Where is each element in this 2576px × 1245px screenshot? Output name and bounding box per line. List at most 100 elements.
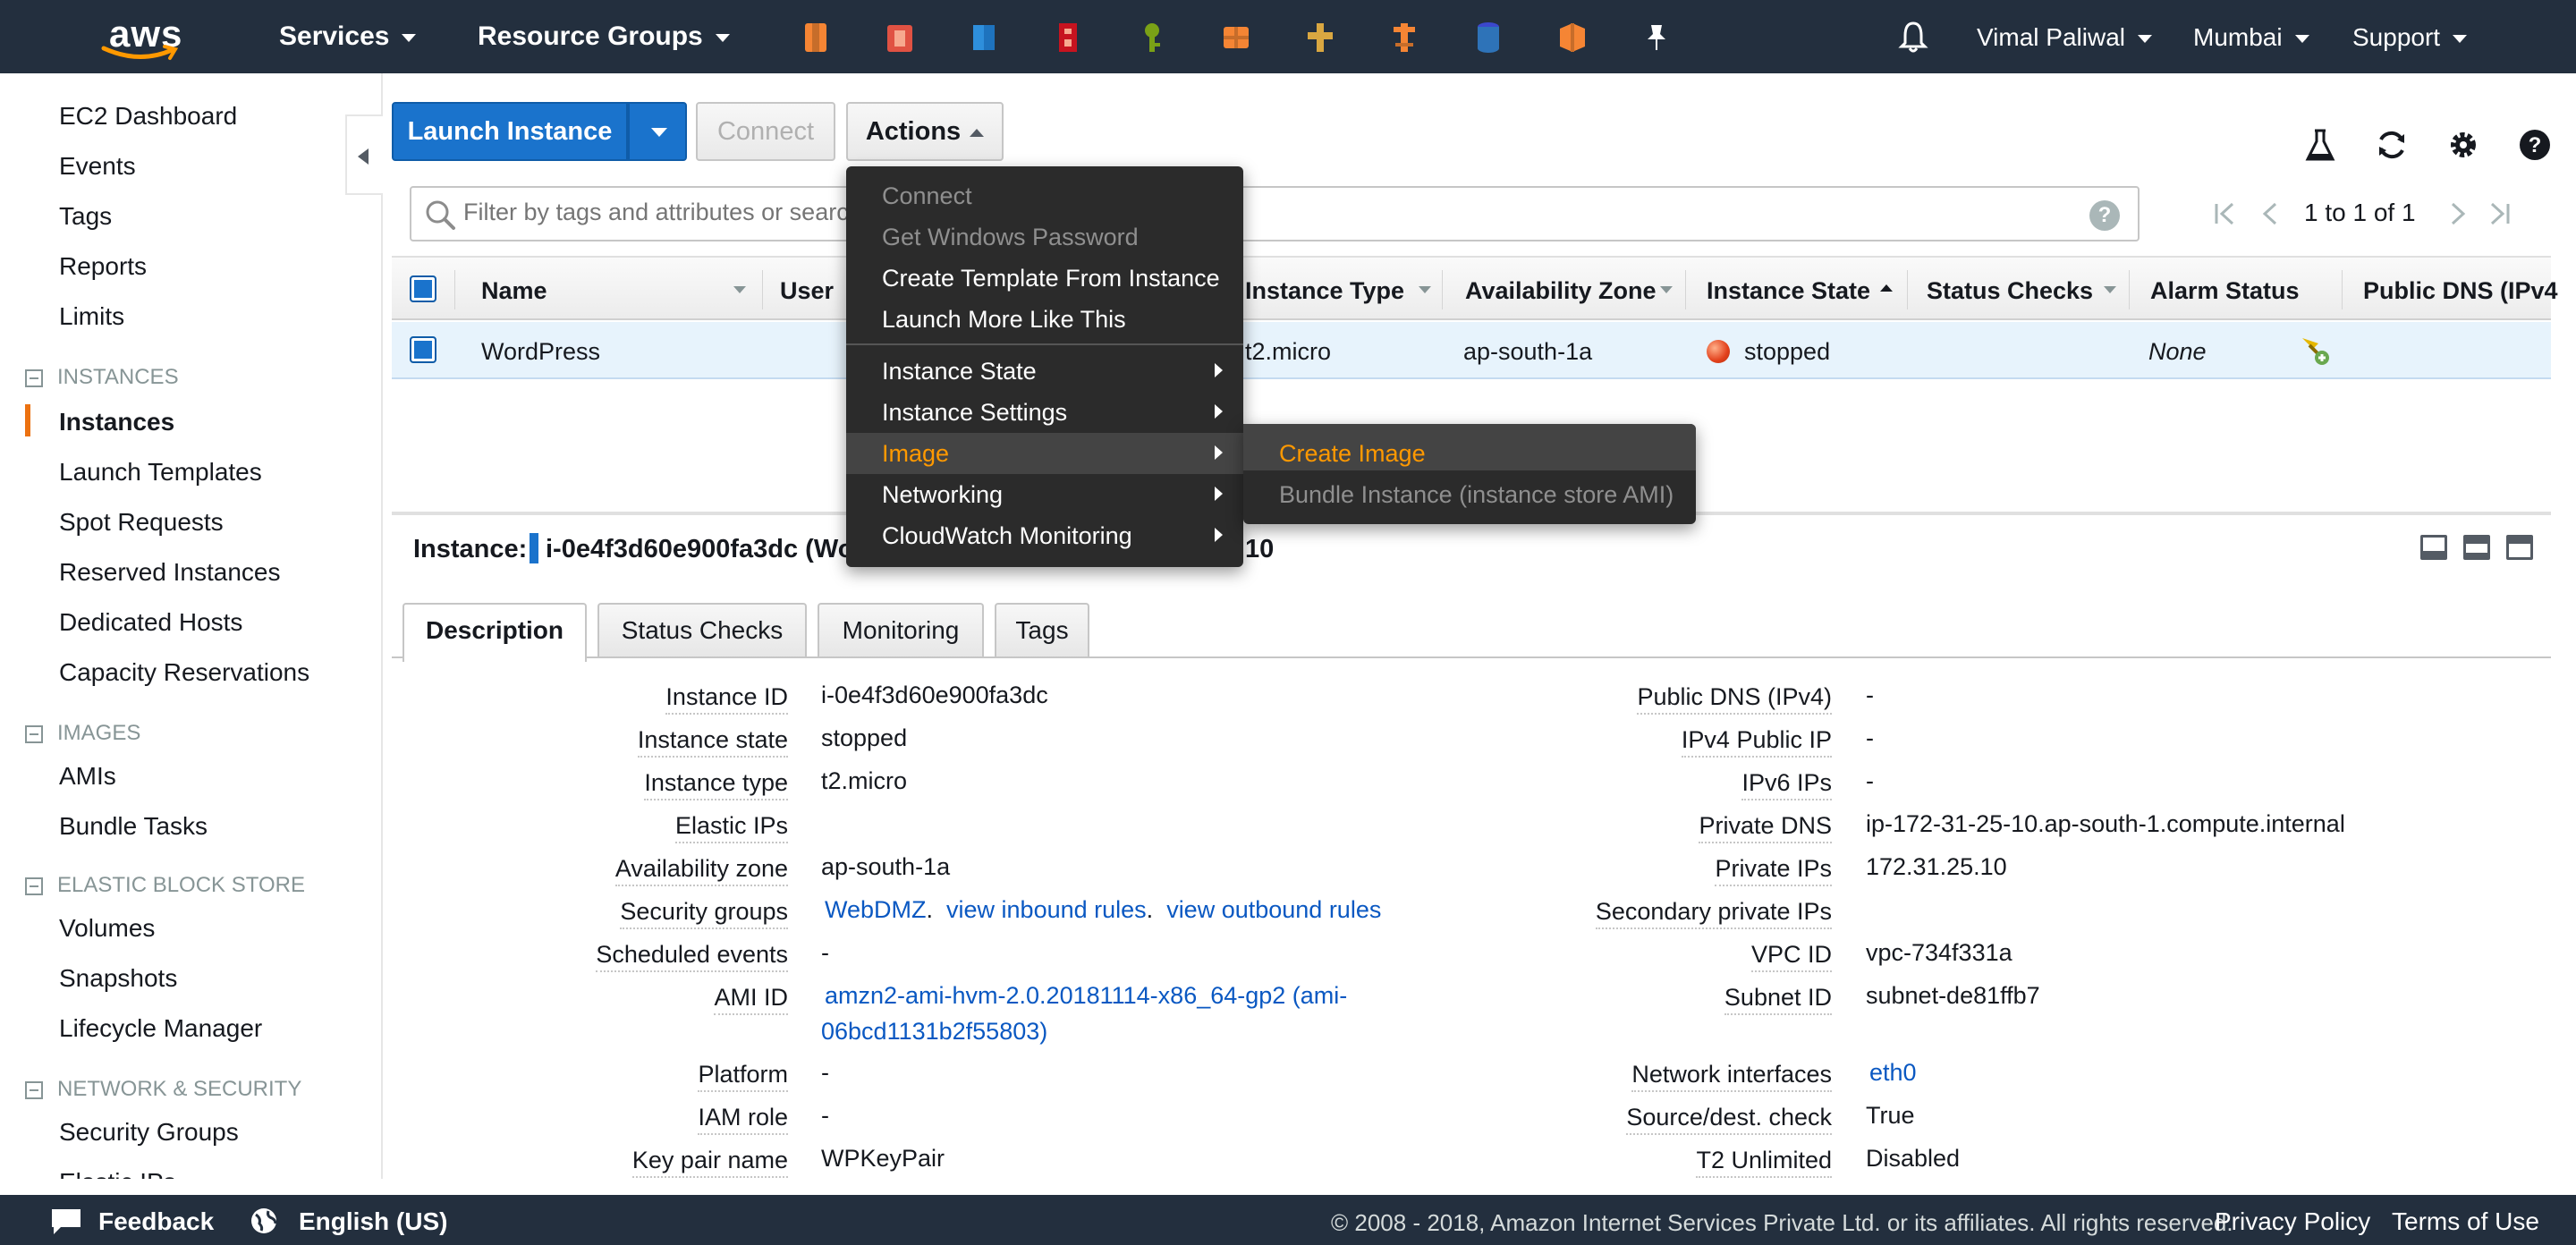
feedback-link[interactable]: Feedback [98, 1207, 214, 1236]
select-all-checkbox[interactable] [410, 275, 436, 302]
language-selector[interactable]: English (US) [299, 1207, 447, 1236]
sidebar-item-ec2-dashboard[interactable]: EC2 Dashboard [59, 102, 237, 131]
menu-item-image[interactable]: Image [882, 440, 949, 468]
create-alarm-icon[interactable] [2297, 333, 2331, 367]
sort-icon[interactable] [2104, 286, 2116, 293]
pin-icon[interactable] [1640, 20, 1673, 55]
elastic-beanstalk-icon[interactable] [1556, 20, 1589, 55]
sidebar-item-capacity-reservations[interactable]: Capacity Reservations [59, 658, 309, 687]
gear-icon[interactable] [2445, 127, 2481, 163]
connect-button[interactable]: Connect [696, 102, 835, 161]
tab-description[interactable]: Description [402, 603, 587, 662]
lambda-icon[interactable] [1388, 20, 1420, 55]
menu-item-get-windows-password[interactable]: Get Windows Password [882, 224, 1139, 251]
column-header-name[interactable]: Name [481, 277, 547, 305]
menu-item-instance-state[interactable]: Instance State [882, 358, 1037, 385]
column-header-availability-zone[interactable]: Availability Zone [1465, 277, 1657, 305]
launch-instance-button[interactable]: Launch Instance [392, 102, 628, 161]
next-page-icon[interactable] [2447, 200, 2469, 227]
sidebar-section-ebs[interactable]: ELASTIC BLOCK STORE [25, 873, 305, 898]
sort-icon[interactable] [1660, 286, 1673, 293]
help-icon[interactable]: ? [2517, 127, 2553, 163]
sidebar-collapse-toggle[interactable] [345, 114, 383, 195]
menu-item-launch-more-like-this[interactable]: Launch More Like This [882, 306, 1126, 334]
layout-split-icon[interactable] [2463, 535, 2490, 560]
column-header-user[interactable]: User [780, 277, 834, 305]
sidebar-item-spot-requests[interactable]: Spot Requests [59, 508, 224, 537]
sort-ascending-icon[interactable] [1880, 284, 1893, 292]
actions-button[interactable]: Actions [846, 102, 1004, 161]
sidebar-item-instances[interactable]: Instances [59, 408, 174, 436]
filter-input[interactable] [463, 199, 2073, 226]
sidebar-item-volumes[interactable]: Volumes [59, 914, 155, 943]
layout-top-icon[interactable] [2506, 535, 2533, 560]
resource-groups-menu[interactable]: Resource Groups [478, 21, 730, 52]
submenu-item-bundle-instance[interactable]: Bundle Instance (instance store AMI) [1279, 481, 1674, 509]
submenu-item-create-image[interactable]: Create Image [1279, 440, 1426, 468]
sidebar-item-bundle-tasks[interactable]: Bundle Tasks [59, 812, 208, 841]
bell-icon[interactable] [1898, 20, 1928, 54]
flask-icon[interactable] [2302, 127, 2338, 163]
aws-logo[interactable]: aws [100, 11, 199, 64]
api-gateway-icon[interactable] [1220, 20, 1252, 55]
sidebar-section-images[interactable]: IMAGES [25, 721, 140, 746]
sidebar-item-tags[interactable]: Tags [59, 202, 112, 231]
table-row[interactable]: WordPress t2.micro ap-south-1a stopped N… [392, 322, 2551, 379]
sidebar-item-reserved-instances[interactable]: Reserved Instances [59, 558, 280, 587]
sidebar-item-security-groups[interactable]: Security Groups [59, 1118, 239, 1147]
sidebar-item-reports[interactable]: Reports [59, 252, 147, 281]
sort-icon[interactable] [733, 286, 746, 293]
menu-item-create-template[interactable]: Create Template From Instance [882, 265, 1220, 292]
menu-item-cloudwatch-monitoring[interactable]: CloudWatch Monitoring [882, 522, 1132, 550]
prev-page-icon[interactable] [2259, 200, 2281, 227]
privacy-policy-link[interactable]: Privacy Policy [2215, 1207, 2370, 1236]
tab-status-checks[interactable]: Status Checks [597, 603, 807, 658]
menu-item-networking[interactable]: Networking [882, 481, 1003, 509]
cloudformation-icon[interactable] [884, 20, 916, 55]
rds-icon[interactable] [1472, 20, 1504, 55]
menu-item-connect[interactable]: Connect [882, 182, 972, 210]
first-page-icon[interactable] [2213, 200, 2238, 227]
iam-icon[interactable] [1052, 20, 1084, 55]
sidebar-item-elastic-ips[interactable]: Elastic IPs [59, 1168, 176, 1179]
row-checkbox[interactable] [410, 336, 436, 363]
refresh-icon[interactable] [2374, 127, 2410, 163]
tab-monitoring[interactable]: Monitoring [818, 603, 984, 658]
view-outbound-rules-link[interactable]: view outbound rules [1166, 896, 1381, 923]
terms-of-use-link[interactable]: Terms of Use [2392, 1207, 2539, 1236]
sidebar-item-amis[interactable]: AMIs [59, 762, 116, 791]
ami-id-link-line1[interactable]: amzn2-ami-hvm-2.0.20181114-x86_64-gp2 (a… [825, 982, 1347, 1010]
network-interface-link[interactable]: eth0 [1869, 1059, 1917, 1087]
support-menu[interactable]: Support [2352, 23, 2468, 52]
filter-help-icon[interactable]: ? [2089, 200, 2120, 231]
sidebar-section-network-security[interactable]: NETWORK & SECURITY [25, 1077, 301, 1102]
sort-icon[interactable] [1419, 286, 1431, 293]
ec2-icon[interactable] [800, 20, 832, 55]
s3-icon[interactable] [968, 20, 1000, 55]
menu-item-instance-settings[interactable]: Instance Settings [882, 399, 1067, 427]
services-menu[interactable]: Services [279, 21, 417, 52]
column-header-alarm-status[interactable]: Alarm Status [2150, 277, 2300, 305]
view-inbound-rules-link[interactable]: view inbound rules [946, 896, 1147, 923]
column-header-instance-state[interactable]: Instance State [1707, 277, 1870, 305]
last-page-icon[interactable] [2487, 200, 2512, 227]
column-header-instance-type[interactable]: Instance Type [1245, 277, 1404, 305]
kms-icon[interactable] [1136, 20, 1168, 55]
sidebar-item-limits[interactable]: Limits [59, 302, 124, 331]
ami-id-link-line2[interactable]: 06bcd1131b2f55803) [821, 1018, 1047, 1046]
sidebar-item-lifecycle-manager[interactable]: Lifecycle Manager [59, 1014, 262, 1043]
security-group-link[interactable]: WebDMZ [825, 896, 927, 923]
sidebar-item-events[interactable]: Events [59, 152, 136, 181]
launch-instance-dropdown-button[interactable] [628, 102, 687, 161]
sidebar-item-snapshots[interactable]: Snapshots [59, 964, 177, 993]
sidebar-item-launch-templates[interactable]: Launch Templates [59, 458, 262, 487]
layout-bottom-icon[interactable] [2420, 535, 2447, 560]
step-functions-icon[interactable] [1304, 20, 1336, 55]
region-menu[interactable]: Mumbai [2193, 23, 2309, 52]
sidebar-section-instances[interactable]: INSTANCES [25, 365, 179, 390]
sidebar-item-dedicated-hosts[interactable]: Dedicated Hosts [59, 608, 242, 637]
column-header-status-checks[interactable]: Status Checks [1927, 277, 2093, 305]
tab-tags[interactable]: Tags [995, 603, 1089, 658]
user-menu[interactable]: Vimal Paliwal [1977, 23, 2152, 52]
column-header-public-dns[interactable]: Public DNS (IPv4 [2363, 277, 2558, 305]
